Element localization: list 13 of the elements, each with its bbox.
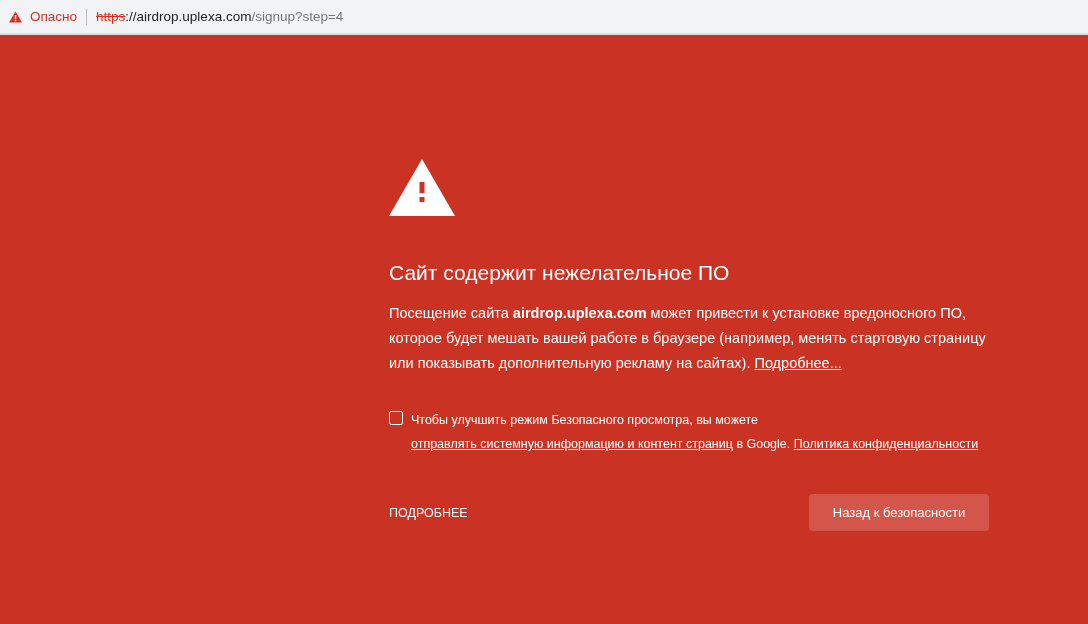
details-button[interactable]: ПОДРОБНЕЕ: [389, 505, 468, 520]
warning-icon: [9, 10, 22, 23]
page-heading: Сайт содержит нежелательное ПО: [389, 261, 731, 285]
report-option-text: Чтобы улучшить режим Безопасного просмотра, вы можете отправлять системную информацию и контент страниц в Google. Политика конфиденциальности: [411, 412, 980, 453]
url-text[interactable]: https://airdrop.uplexa.com/signup?step=4: [96, 9, 344, 24]
learn-more-link[interactable]: Подробнее...: [754, 355, 842, 371]
send-info-link[interactable]: отправлять системную информацию и контент страниц: [411, 437, 733, 451]
security-label[interactable]: Опасно: [30, 9, 78, 24]
checkbox[interactable]: [389, 411, 403, 425]
privacy-policy-link[interactable]: Политика конфиденциальности: [793, 437, 979, 451]
warning-description: Посещение сайта airdrop.uplexa.com может привести к установке вредоносного ПО, которое будет мешать вашей работе в браузере (например, менять стартовую страницу или показывать дополнительную рекламу на сайтах). Подробнее...: [389, 304, 987, 373]
back-to-safety-button[interactable]: Назад к безопасности: [809, 494, 989, 531]
warning-icon: [389, 159, 455, 216]
